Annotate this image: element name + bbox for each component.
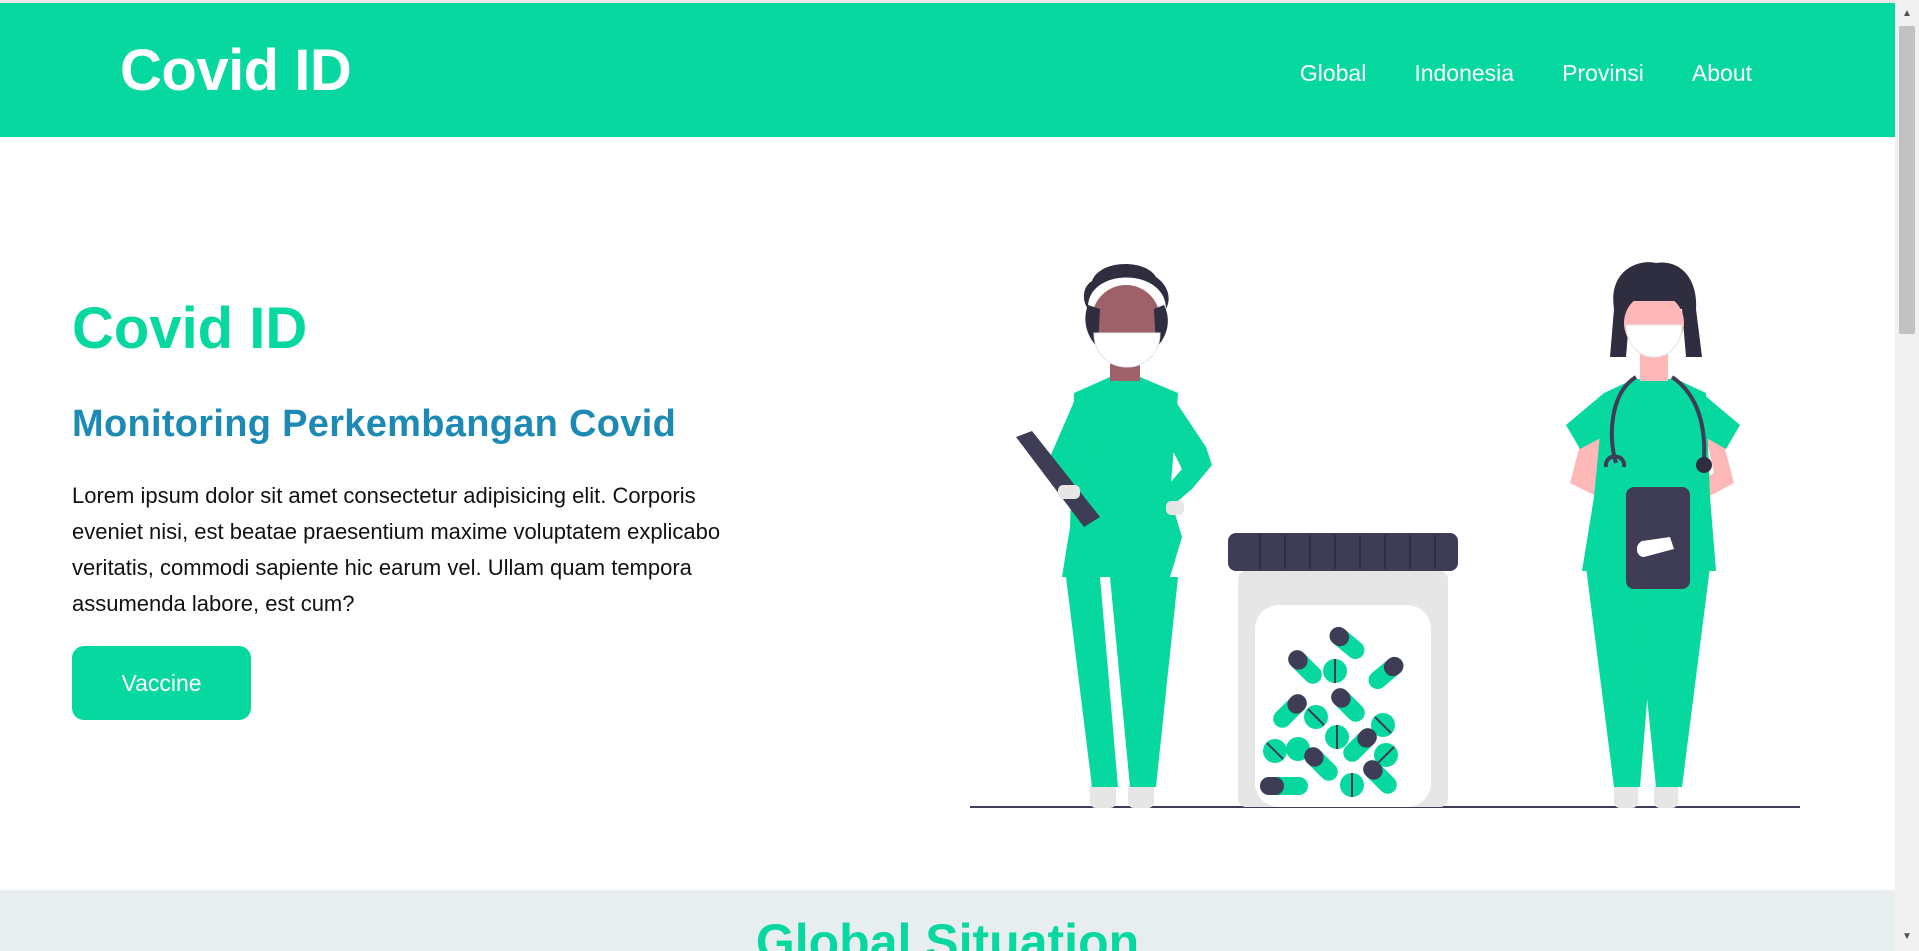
nav-links: Global Indonesia Provinsi About <box>1300 53 1752 93</box>
doctors-illustration <box>970 262 1800 808</box>
scroll-down-arrow-icon[interactable]: ▼ <box>1895 927 1919 947</box>
vaccine-button[interactable]: Vaccine <box>72 646 251 720</box>
scroll-thumb[interactable] <box>1899 26 1915 334</box>
hero-title: Covid ID <box>72 296 308 361</box>
right-doctor-figure <box>1566 262 1740 808</box>
vertical-scrollbar[interactable]: ▲ ▼ <box>1895 0 1919 951</box>
brand-logo[interactable]: Covid ID <box>120 35 352 107</box>
nav-link-global[interactable]: Global <box>1300 53 1366 93</box>
hero-section: Covid ID Monitoring Perkembangan Covid L… <box>0 137 1895 890</box>
medicine-jar <box>1228 533 1458 807</box>
nav-link-provinsi[interactable]: Provinsi <box>1562 53 1644 93</box>
hero-subtitle: Monitoring Perkembangan Covid <box>72 403 677 445</box>
global-situation-section: Global Situation <box>0 890 1895 951</box>
nav-link-about[interactable]: About <box>1692 53 1752 93</box>
page: Covid ID Global Indonesia Provinsi About… <box>0 0 1895 951</box>
hero-description: Lorem ipsum dolor sit amet consectetur a… <box>72 483 721 616</box>
scroll-up-arrow-icon[interactable]: ▲ <box>1895 4 1919 24</box>
global-situation-title: Global Situation <box>755 914 1140 951</box>
navbar: Covid ID Global Indonesia Provinsi About <box>0 3 1895 137</box>
left-doctor-figure <box>1016 263 1212 808</box>
nav-link-indonesia[interactable]: Indonesia <box>1414 53 1514 93</box>
